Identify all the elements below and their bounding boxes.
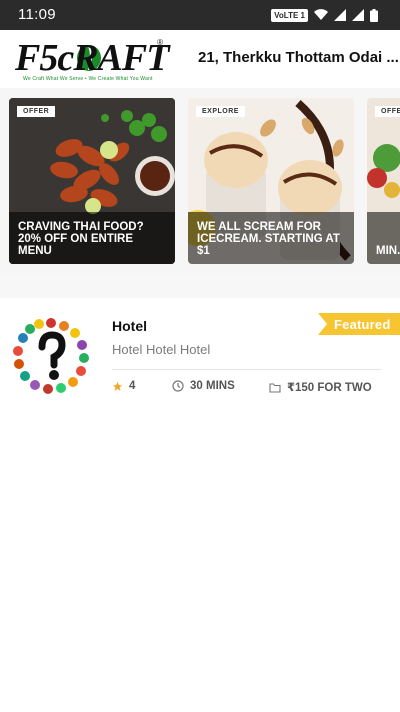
cost-value: ₹150 FOR TWO xyxy=(287,382,372,394)
wifi-icon xyxy=(314,9,328,21)
delivery-time: 30 MINS xyxy=(172,380,235,392)
rating: 4 xyxy=(112,380,135,392)
signal-icon xyxy=(334,9,346,21)
restaurant-list-item[interactable]: Hotel Hotel Hotel Hotel Featured 4 30 MI… xyxy=(0,298,400,408)
featured-badge: Featured xyxy=(318,313,400,335)
logo-wordmark: F5cRAFT xyxy=(15,37,169,79)
offer-card-icecream[interactable]: EXPLORE WE ALL SCREAM FOR ICECREAM. STAR… xyxy=(188,98,354,264)
restaurant-description: Hotel Hotel Hotel xyxy=(112,342,211,357)
card-title: MIN... ON T... OPT... xyxy=(376,245,400,257)
featured-label: Featured xyxy=(334,317,391,332)
offers-carousel[interactable]: OFFER CRAVING THAI FOOD? 20% OFF ON ENTI… xyxy=(0,88,400,274)
folder-icon xyxy=(269,382,281,393)
card-badge-offer: OFFER xyxy=(375,106,400,117)
brand-logo[interactable]: F5cRAFT ® We Craft What We Serve • We Cr… xyxy=(15,37,169,82)
card-badge-explore: EXPLORE xyxy=(196,106,245,117)
logo-tagline: We Craft What We Serve • We Create What … xyxy=(23,76,153,82)
offer-card-salad[interactable]: OFFER MIN... ON T... OPT... xyxy=(367,98,400,264)
clock-icon xyxy=(172,380,184,392)
cost-for-two: ₹150 FOR TWO xyxy=(269,380,372,394)
registered-mark: ® xyxy=(157,38,163,47)
battery-icon xyxy=(370,8,378,22)
rating-value: 4 xyxy=(129,380,136,392)
card-title: WE ALL SCREAM FOR ICECREAM. STARTING AT … xyxy=(197,221,340,257)
app-header: F5cRAFT ® We Craft What We Serve • We Cr… xyxy=(0,30,400,88)
location-selector[interactable]: 21, Therkku Thottam Odai ... xyxy=(198,49,400,66)
restaurant-name: Hotel xyxy=(112,318,147,334)
location-label: 21, Therkku Thottam Odai ... xyxy=(198,49,399,66)
signal-icon-2 xyxy=(352,9,364,21)
status-indicators: VoLTE 1 xyxy=(271,8,378,22)
divider xyxy=(112,369,382,370)
card-badge-offer: OFFER xyxy=(17,106,56,117)
delivery-time-value: 30 MINS xyxy=(190,380,235,392)
volte-badge: VoLTE 1 xyxy=(271,8,308,22)
status-bar: 11:09 VoLTE 1 xyxy=(0,0,400,30)
offer-card-thai-food[interactable]: OFFER CRAVING THAI FOOD? 20% OFF ON ENTI… xyxy=(9,98,175,264)
star-icon xyxy=(112,381,123,392)
card-title: CRAVING THAI FOOD? 20% OFF ON ENTIRE MEN… xyxy=(18,221,144,257)
status-time: 11:09 xyxy=(18,6,56,23)
section-divider xyxy=(0,274,400,298)
restaurant-logo xyxy=(13,318,89,394)
